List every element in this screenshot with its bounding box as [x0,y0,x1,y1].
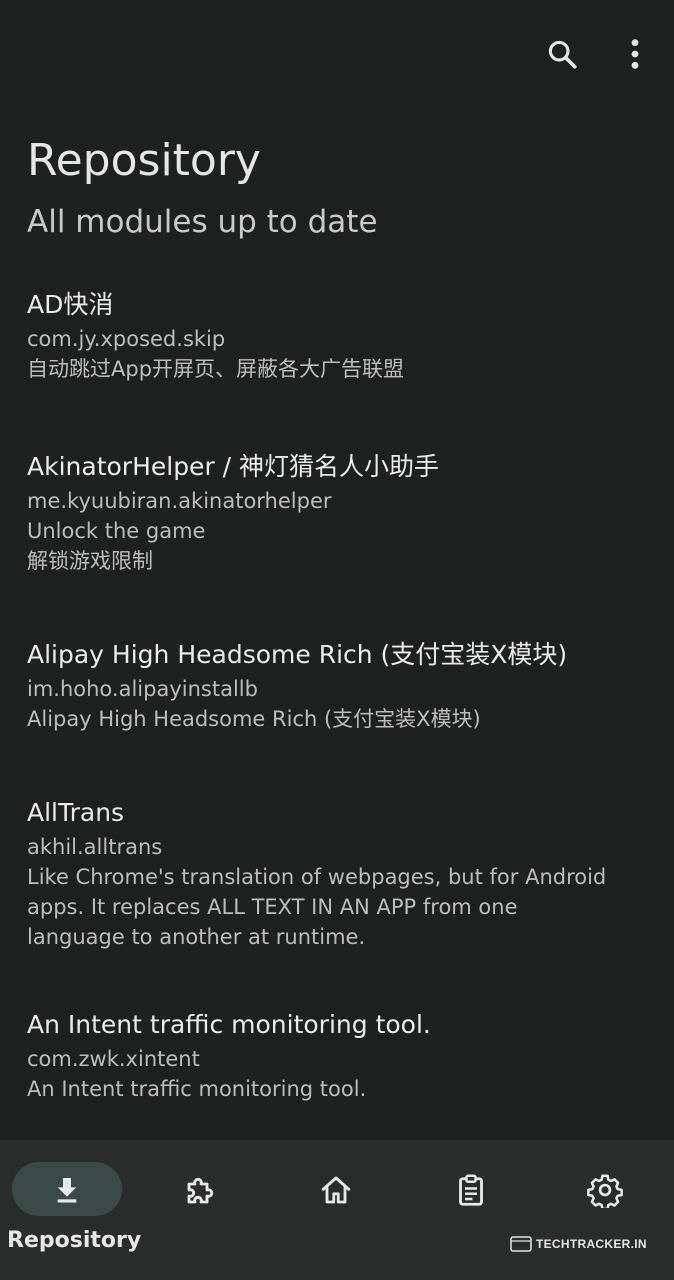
module-package: im.hoho.alipayinstallb [27,677,258,701]
module-description: language to another at runtime. [27,925,366,949]
module-name: AllTrans [27,798,125,827]
module-item[interactable]: AkinatorHelper / 神灯猜名人小助手 me.kyuubiran.a… [27,450,634,576]
module-package: akhil.alltrans [27,835,163,859]
nav-item-logs[interactable] [416,1140,526,1280]
puzzle-icon [181,1170,221,1210]
home-icon [316,1170,356,1210]
watermark-text: TECHTRACKER.IN [536,1237,647,1251]
module-description: Like Chrome's translation of webpages, b… [27,865,607,889]
gear-icon [585,1170,625,1210]
nav-item-home[interactable] [281,1140,391,1280]
page-header: Repository All modules up to date [27,132,378,242]
top-app-bar [0,0,674,110]
module-package: me.kyuubiran.akinatorhelper [27,489,332,513]
module-description: apps. It replaces ALL TEXT IN AN APP fro… [27,895,518,919]
module-item[interactable]: AD快消 com.jy.xposed.skip 自动跳过App开屏页、屏蔽各大广… [27,288,634,384]
module-name: An Intent traffic monitoring tool. [27,1010,431,1039]
module-description: Alipay High Headsome Rich (支付宝装X模块) [27,707,481,731]
module-description: An Intent traffic monitoring tool. [27,1077,367,1101]
nav-item-repository[interactable]: Repository [7,1140,141,1280]
module-name: Alipay High Headsome Rich (支付宝装X模块) [27,640,568,669]
module-package: com.zwk.xintent [27,1047,200,1071]
nav-item-modules[interactable] [146,1140,256,1280]
page-title: Repository [27,135,261,186]
nav-label-repository: Repository [7,1228,142,1253]
module-description: 自动跳过App开屏页、屏蔽各大广告联盟 [27,357,405,381]
clipboard-icon [451,1170,491,1210]
search-icon[interactable] [540,32,584,76]
module-item[interactable]: Alipay High Headsome Rich (支付宝装X模块) im.h… [27,638,634,734]
nav-item-settings[interactable] [550,1140,660,1280]
watermark: TECHTRACKER.IN [510,1236,647,1252]
more-vert-icon[interactable] [613,32,657,76]
module-name: AD快消 [27,290,114,319]
module-description: Unlock the game [27,519,206,543]
bottom-navigation: Repository [0,1140,674,1280]
download-icon [47,1170,87,1210]
module-item[interactable]: An Intent traffic monitoring tool. com.z… [27,1008,634,1104]
module-description: 解锁游戏限制 [27,549,153,573]
module-item[interactable]: AllTrans akhil.alltrans Like Chrome's tr… [27,796,634,952]
module-package: com.jy.xposed.skip [27,327,226,351]
page-subtitle: All modules up to date [27,204,378,240]
browser-window-icon [510,1236,532,1252]
module-name: AkinatorHelper / 神灯猜名人小助手 [27,452,440,481]
